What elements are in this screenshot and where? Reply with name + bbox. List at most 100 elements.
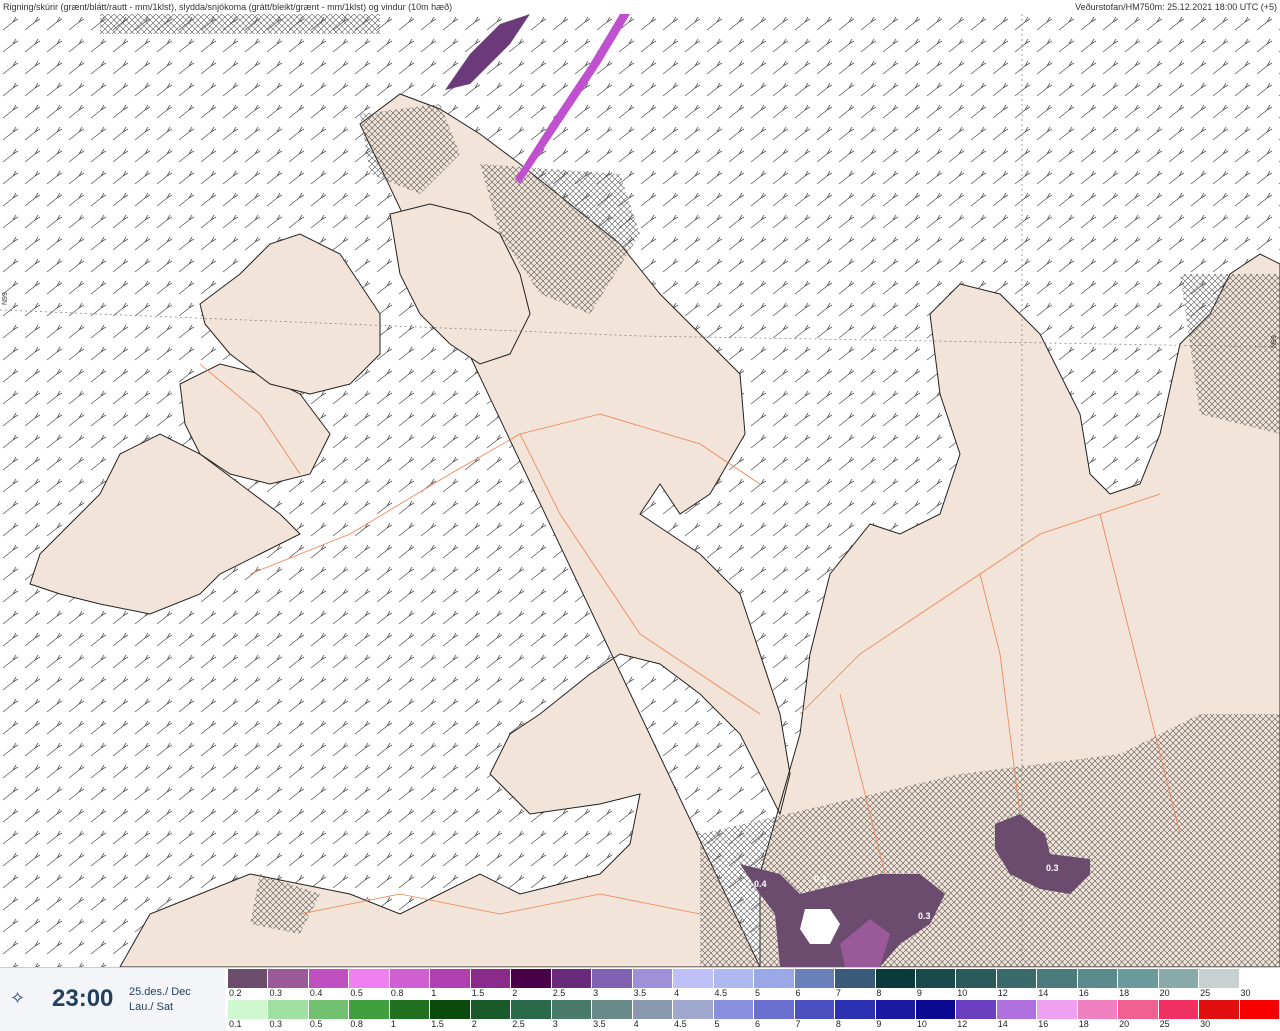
scale-label: 2.5 (552, 988, 566, 998)
scale-label: 0.8 (350, 1019, 363, 1029)
scale-label: 3.5 (633, 988, 647, 998)
scale-label: 1.5 (431, 1019, 444, 1029)
scale-label: 0.1 (229, 1019, 242, 1029)
scale-label: 25 (1159, 1019, 1170, 1029)
scale-label: 4 (674, 988, 680, 998)
scale-swatch (430, 1000, 471, 1019)
scale-swatch (511, 1000, 552, 1019)
scale-swatch (308, 969, 350, 988)
scale-swatch (632, 1000, 674, 1019)
scale-swatch (673, 1000, 714, 1019)
scale-label: 14 (997, 1019, 1008, 1029)
time-box: ✧ 23:00 25.des./ Dec Lau./ Sat (0, 968, 225, 1031)
snow-scale-labels: 0.2 0.3 0.4 0.5 0.8 1 1.5 2 2.5 3 3.5 4 4.5 5 6 7 8 9 10 12… (228, 988, 1280, 999)
scale-label: 20 (1159, 988, 1170, 998)
scale-label: 5 (755, 988, 761, 998)
scale-swatch (1118, 1000, 1159, 1019)
rain-scale-labels: 0.1 0.3 0.5 0.8 1 1.5 2 2.5 3 3.5 4 4.5 5 6 7 8 9 10 12 14 1… (228, 1019, 1280, 1030)
scale-swatch (592, 969, 633, 988)
scale-swatch (1077, 1000, 1119, 1019)
model-run-info: Veðurstofan/HM750m: 25.12.2021 18:00 UTC… (1075, 2, 1277, 12)
scale-label: 6 (755, 1019, 761, 1029)
scale-swatch (228, 1000, 269, 1019)
scale-swatch (389, 969, 431, 988)
scale-swatch (875, 1000, 916, 1019)
scale-label: 12 (957, 1019, 968, 1029)
scale-label: 0.4 (309, 988, 323, 998)
scale-swatch (632, 969, 674, 988)
scale-swatch (835, 969, 876, 988)
scale-label: 1 (431, 988, 437, 998)
scale-swatch (713, 969, 755, 988)
scale-swatch (1077, 969, 1119, 988)
scale-label: 2 (471, 1019, 477, 1029)
scale-swatch (268, 1000, 309, 1019)
scale-label: 7 (835, 988, 841, 998)
scale-label: 18 (1119, 988, 1130, 998)
scale-swatch (551, 1000, 593, 1019)
scale-label: 4.5 (674, 1019, 687, 1029)
scale-label: 2.5 (512, 1019, 525, 1029)
scale-swatch (1199, 1000, 1240, 1019)
scale-swatch (349, 1000, 390, 1019)
scale-label: 3.5 (593, 1019, 606, 1029)
precipitation-map[interactable]: 0.4 0.3 0.3 0.3 (0, 14, 1280, 967)
scale-label: 18 (1078, 1019, 1089, 1029)
scale-label: 1.5 (471, 988, 485, 998)
scale-swatch (996, 1000, 1038, 1019)
scale-swatch (1239, 969, 1280, 988)
annotation-label: 0.4 (754, 879, 767, 889)
scale-swatch (996, 969, 1038, 988)
scale-label: 8 (876, 988, 882, 998)
scale-label: 3 (593, 988, 599, 998)
scale-swatch (754, 969, 795, 988)
scale-swatch (915, 969, 957, 988)
scale-label: 1 (390, 1019, 396, 1029)
scale-swatch (511, 969, 552, 988)
scale-swatch (1158, 1000, 1200, 1019)
scale-swatch (470, 1000, 512, 1019)
scale-swatch (673, 969, 714, 988)
scale-label: 30 (1240, 988, 1251, 998)
forecast-time: 23:00 (52, 985, 114, 1012)
scale-label: 10 (957, 988, 968, 998)
date-line-1: 25.des./ Dec (129, 986, 191, 998)
scale-swatch (915, 1000, 957, 1019)
scale-label: 4.5 (714, 988, 728, 998)
scale-label: 10 (916, 1019, 927, 1029)
scale-label: 16 (1038, 1019, 1049, 1029)
scale-label: 2 (512, 988, 518, 998)
scale-swatch (1158, 969, 1200, 988)
scale-swatch (1037, 969, 1078, 988)
scale-label: 8 (835, 1019, 841, 1029)
forecast-date: 25.des./ Dec Lau./ Sat (129, 985, 191, 1015)
scale-swatch (349, 969, 390, 988)
annotation-label: 0.3 (814, 874, 827, 884)
scale-swatch (1037, 1000, 1078, 1019)
scale-swatch (1199, 969, 1240, 988)
scale-label: 0.5 (309, 1019, 323, 1029)
scale-swatch (268, 969, 309, 988)
latitude-label-left: N99 (2, 292, 9, 305)
rain-color-scale (228, 1000, 1280, 1019)
annotation-label: 0.3 (918, 911, 931, 921)
scale-swatch (470, 969, 512, 988)
sparkle-icon[interactable]: ✧ (10, 988, 25, 1009)
scale-label: 6 (795, 988, 801, 998)
header: Rigning/skúrir (grænt/blátt/rautt - mm/1… (0, 0, 1280, 14)
snow-color-scale (228, 969, 1280, 988)
annotation-label: 0.3 (1046, 863, 1059, 873)
scale-label: 7 (795, 1019, 801, 1029)
latitude-label-right: N99 (1271, 335, 1278, 348)
scale-label: 9 (876, 1019, 882, 1029)
scale-label: 30 (1200, 1019, 1211, 1029)
scale-label: 0.8 (390, 988, 404, 998)
scale-label: 0.2 (229, 988, 242, 998)
scale-label: 14 (1038, 988, 1049, 998)
scale-label: 3 (552, 1019, 558, 1029)
map-description: Rigning/skúrir (grænt/blátt/rautt - mm/1… (3, 2, 453, 12)
scale-swatch (875, 969, 916, 988)
footer: ✧ 23:00 25.des./ Dec Lau./ Sat 0.2 0.3 0.4… (0, 967, 1280, 1031)
scale-swatch (794, 969, 836, 988)
scale-swatch (1118, 969, 1159, 988)
